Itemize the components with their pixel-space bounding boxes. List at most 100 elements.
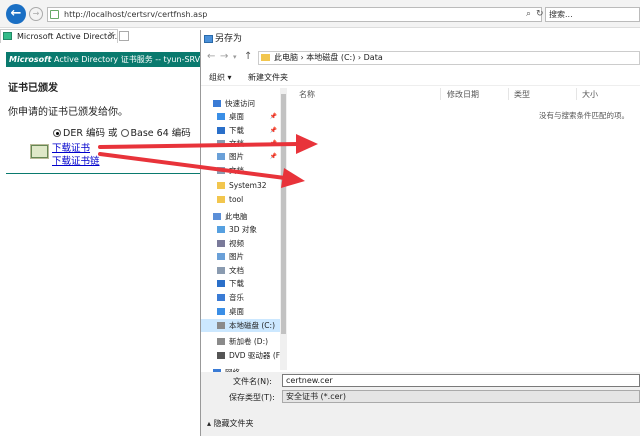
- nav-item-label: 文档: [229, 266, 244, 275]
- nav-item-label: DVD 驱动器 (F:): [229, 351, 285, 360]
- nav-item-label: tool: [229, 195, 244, 204]
- video-icon: [217, 240, 225, 247]
- nav-item[interactable]: 图片 📌: [201, 150, 287, 163]
- breadcrumb[interactable]: 此电脑 › 本地磁盘 (C:) › Data: [258, 51, 640, 65]
- nav-item[interactable]: 下载 📌: [201, 124, 287, 137]
- filename-label: 文件名(N):: [233, 377, 272, 386]
- nav-item[interactable]: 3D 对象: [201, 223, 287, 236]
- nav-scrollbar-thumb[interactable]: [281, 94, 286, 334]
- pin-icon[interactable]: 📌: [270, 124, 277, 137]
- nav-item-label: 视频: [229, 239, 244, 248]
- base64-label: Base 64 编码: [130, 128, 191, 139]
- folder-icon: [217, 182, 225, 189]
- base64-radio[interactable]: [120, 129, 129, 137]
- nav-item[interactable]: 下载: [201, 277, 287, 290]
- nav-item[interactable]: 视频: [201, 237, 287, 250]
- encoding-options: DER 编码 或 Base 64 编码: [53, 125, 191, 139]
- nav-up-icon[interactable]: ↑: [244, 51, 252, 62]
- pin-icon[interactable]: 📌: [270, 137, 277, 150]
- nav-item-label: 下载: [229, 279, 244, 288]
- column-size[interactable]: 大小: [582, 89, 598, 100]
- nav-item[interactable]: 图片: [201, 250, 287, 263]
- nav-item[interactable]: 本地磁盘 (C:): [201, 319, 287, 332]
- nav-item[interactable]: 桌面 📌: [201, 110, 287, 123]
- document-icon: [217, 140, 225, 147]
- address-bar[interactable]: http://localhost/certsrv/certfnsh.asp: [47, 7, 542, 22]
- banner-brand: Microsoft: [9, 55, 52, 64]
- navigation-pane: 快速访问 桌面 📌 下载 📌 文档 📌 图片 📌 文档 System32 tool 此电脑 3D 对象 视频…: [201, 88, 287, 373]
- download-chain-link[interactable]: 下载证书链: [52, 153, 100, 167]
- nav-item-label: 新加卷 (D:): [229, 337, 269, 346]
- nav-item-label: 文档: [229, 166, 244, 175]
- nav-item-label: 3D 对象: [229, 225, 257, 234]
- nav-item[interactable]: 此电脑: [201, 210, 287, 223]
- new-tab-button[interactable]: [119, 31, 129, 41]
- refresh-icon[interactable]: ↻: [536, 9, 544, 19]
- nav-item-label: 桌面: [229, 307, 244, 316]
- hide-folders-label: 隐藏文件夹: [213, 419, 254, 428]
- column-separator[interactable]: [440, 88, 441, 100]
- dvd-icon: [217, 352, 225, 359]
- page-subtitle: 你申请的证书已颁发给你。: [8, 107, 128, 118]
- banner-text: Active Directory 证书服务 -- tyun-SRV2019: [53, 55, 200, 64]
- browser-tab[interactable]: Microsoft Active Director...: [0, 29, 118, 43]
- nav-item-label: 图片: [229, 252, 244, 261]
- column-name[interactable]: 名称: [299, 89, 315, 100]
- forward-button[interactable]: →: [29, 7, 43, 21]
- or-label: 或: [104, 128, 121, 139]
- savetype-label: 保存类型(T):: [229, 393, 275, 402]
- nav-item[interactable]: 文档: [201, 264, 287, 277]
- nav-item-label: 图片: [229, 152, 244, 161]
- desktop-icon: [217, 308, 225, 315]
- column-separator[interactable]: [576, 88, 577, 100]
- hide-folders-button[interactable]: ▴ 隐藏文件夹: [207, 418, 254, 429]
- savetype-select[interactable]: 安全证书 (*.cer): [282, 390, 640, 403]
- music-icon: [217, 294, 225, 301]
- nav-item-label: 此电脑: [225, 212, 248, 221]
- pin-icon[interactable]: 📌: [270, 150, 277, 163]
- page-title: 证书已颁发: [8, 83, 58, 94]
- download-cert-link[interactable]: 下载证书: [52, 140, 90, 154]
- tab-close-icon[interactable]: ✕: [108, 30, 115, 39]
- drive-icon: [217, 338, 225, 345]
- nav-item[interactable]: 文档: [201, 164, 287, 177]
- picture-icon: [217, 153, 225, 160]
- search-input[interactable]: 搜索...: [545, 7, 640, 22]
- nav-item-label: 音乐: [229, 293, 244, 302]
- desktop-icon: [217, 113, 225, 120]
- nav-item[interactable]: DVD 驱动器 (F:): [201, 349, 287, 362]
- dialog-app-icon: [204, 35, 213, 43]
- nav-item[interactable]: 快速访问: [201, 97, 287, 110]
- recent-dropdown-icon[interactable]: ▾: [233, 53, 237, 61]
- der-radio[interactable]: [53, 129, 61, 137]
- column-type[interactable]: 类型: [514, 89, 530, 100]
- page-banner: Microsoft Active Directory 证书服务 -- tyun-…: [6, 52, 200, 67]
- computer-icon: [213, 213, 221, 220]
- column-separator[interactable]: [508, 88, 509, 100]
- address-search-icon[interactable]: ⌕: [526, 9, 531, 19]
- star-icon: [213, 100, 221, 107]
- nav-item[interactable]: 桌面: [201, 305, 287, 318]
- new-folder-button[interactable]: 新建文件夹: [248, 72, 288, 83]
- certificate-icon: [30, 144, 49, 159]
- page-icon: [50, 10, 59, 19]
- nav-forward-icon[interactable]: →: [220, 51, 228, 62]
- nav-back-icon[interactable]: ←: [207, 51, 215, 62]
- nav-item[interactable]: 文档 📌: [201, 137, 287, 150]
- der-label: DER 编码: [63, 128, 105, 139]
- column-date[interactable]: 修改日期: [447, 89, 479, 100]
- download-icon: [217, 280, 225, 287]
- document-icon: [217, 167, 225, 174]
- nav-item[interactable]: 新加卷 (D:): [201, 335, 287, 348]
- folder-icon: [217, 196, 225, 203]
- folder-icon: [261, 54, 270, 61]
- filename-input[interactable]: certnew.cer: [282, 374, 640, 387]
- nav-item[interactable]: tool: [201, 193, 287, 206]
- pin-icon[interactable]: 📌: [270, 110, 277, 123]
- nav-item-label: 桌面: [229, 112, 244, 121]
- organize-button[interactable]: 组织 ▾: [209, 72, 232, 83]
- nav-item[interactable]: System32: [201, 179, 287, 192]
- nav-item[interactable]: 音乐: [201, 291, 287, 304]
- drive-icon: [217, 322, 225, 329]
- back-button[interactable]: ←: [6, 4, 26, 24]
